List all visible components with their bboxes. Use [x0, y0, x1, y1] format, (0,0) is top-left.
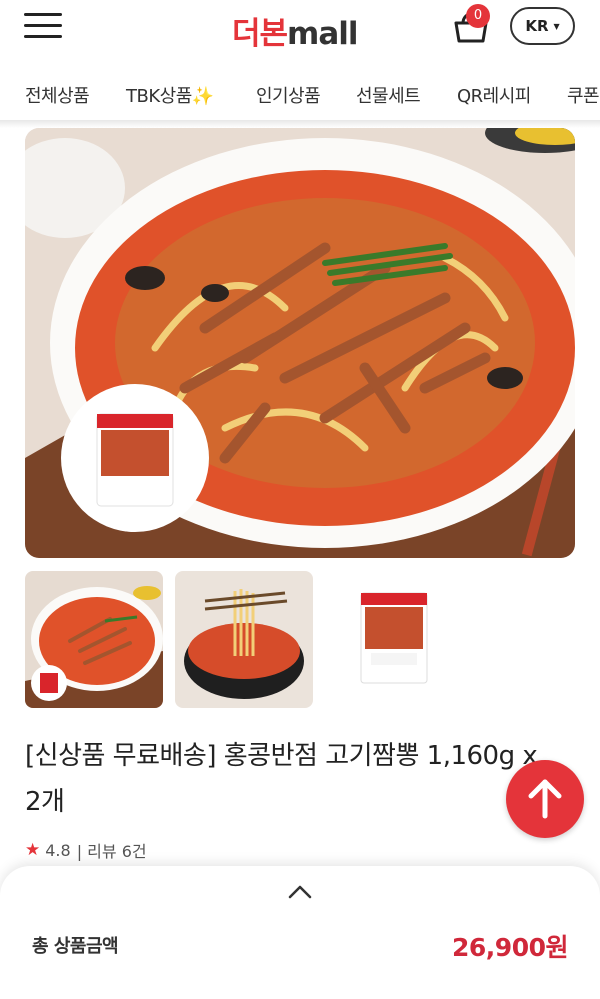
nav-item-coupon[interactable]: 쿠폰 [567, 82, 600, 108]
nav-item-all[interactable]: 전체상품 [25, 82, 90, 108]
header: 더본 mall 0 KR ▼ [0, 0, 600, 60]
cart-count-badge: 0 [466, 4, 490, 28]
nav-item-qr-recipe[interactable]: QR레시피 [457, 82, 531, 108]
caret-down-icon: ▼ [553, 21, 560, 31]
thumbnail-1[interactable] [25, 571, 163, 708]
category-nav: 전체상품 TBK상품✨ 인기상품 선물세트 QR레시피 쿠폰 [0, 72, 600, 120]
chevron-up-icon[interactable] [287, 884, 313, 900]
logo[interactable]: 더본 mall [232, 8, 359, 52]
logo-korean-text: 더본 [232, 16, 288, 52]
total-price-value: 26,900원 [452, 933, 568, 962]
noodle-bowl-photo [25, 128, 575, 558]
hamburger-menu-icon[interactable] [24, 12, 64, 40]
language-label: KR [525, 17, 549, 35]
nav-item-tbk[interactable]: TBK상품✨ [126, 82, 214, 108]
purchase-bottom-sheet: 총 상품금액 26,900원 [0, 866, 600, 999]
nav-divider [0, 120, 600, 128]
thumbnail-3[interactable] [325, 571, 463, 708]
star-icon: ★ [25, 840, 41, 860]
nav-item-popular[interactable]: 인기상품 [256, 82, 321, 108]
rating-row[interactable]: ★ 4.8 | 리뷰 6건 [25, 838, 147, 862]
rating-value: 4.8 [45, 840, 71, 860]
scroll-to-top-button[interactable] [506, 760, 584, 838]
logo-english-text: mall [287, 16, 358, 52]
language-selector[interactable]: KR ▼ [510, 7, 575, 45]
package-thumbnail-in-image [96, 413, 174, 507]
total-price-label: 총 상품금액 [32, 936, 119, 957]
product-main-image[interactable] [25, 128, 575, 558]
thumbnail-2[interactable] [175, 571, 313, 708]
product-title: [신상품 무료배송] 홍콩반점 고기짬뽕 1,160g x 2개 [25, 741, 538, 817]
review-count: | 리뷰 6건 [76, 842, 147, 861]
arrow-up-icon [528, 779, 562, 819]
nav-item-gift-set[interactable]: 선물세트 [356, 82, 421, 108]
cart-button[interactable]: 0 [448, 4, 494, 46]
